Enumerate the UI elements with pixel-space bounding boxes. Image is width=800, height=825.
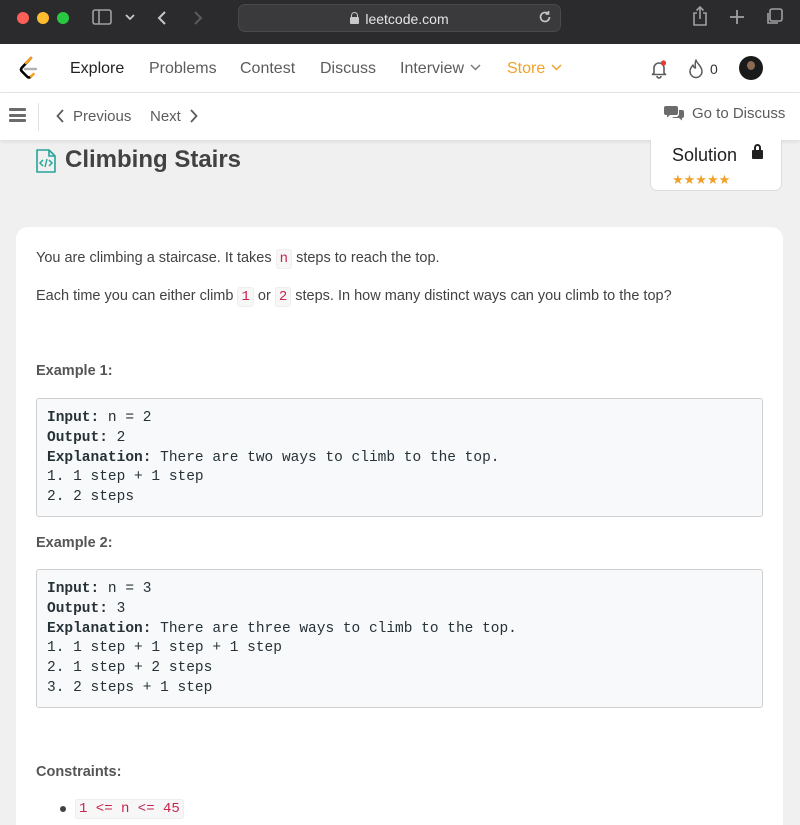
lock-icon bbox=[752, 144, 763, 159]
code-file-icon bbox=[36, 149, 56, 173]
example-2-code-block: Input: n = 3 Output: 3 Explanation: Ther… bbox=[36, 569, 763, 708]
go-to-discuss-button[interactable]: Go to Discuss bbox=[664, 105, 785, 122]
back-icon[interactable] bbox=[157, 10, 167, 26]
address-bar[interactable]: leetcode.com bbox=[238, 4, 561, 32]
page-title: Climbing Stairs bbox=[65, 146, 242, 173]
next-button[interactable]: Next bbox=[150, 108, 198, 125]
sidebar-toggle-icon[interactable] bbox=[92, 9, 112, 25]
description-paragraph-1: You are climbing a staircase. It takes n… bbox=[36, 249, 440, 269]
share-icon[interactable] bbox=[692, 6, 708, 26]
minimize-window-button[interactable] bbox=[37, 12, 49, 24]
leetcode-logo-icon[interactable] bbox=[17, 56, 41, 82]
tab-overview-icon[interactable] bbox=[765, 8, 783, 26]
divider bbox=[38, 103, 39, 131]
example-1-heading: Example 1: bbox=[36, 363, 113, 379]
example-2-heading: Example 2: bbox=[36, 535, 113, 551]
problem-toolbar: Previous Next Go to Discuss bbox=[0, 93, 800, 140]
go-to-discuss-label: Go to Discuss bbox=[692, 105, 786, 122]
example-1-code-block: Input: n = 2 Output: 2 Explanation: Ther… bbox=[36, 398, 763, 517]
chevron-down-icon bbox=[470, 64, 481, 71]
nav-problems[interactable]: Problems bbox=[149, 60, 217, 78]
inline-code-n: n bbox=[275, 249, 293, 269]
close-window-button[interactable] bbox=[17, 12, 29, 24]
streak-count: 0 bbox=[710, 61, 718, 77]
list-bullet bbox=[60, 806, 66, 812]
nav-interview-label: Interview bbox=[400, 60, 465, 77]
chat-bubbles-icon bbox=[664, 106, 684, 121]
menu-icon[interactable] bbox=[9, 108, 26, 122]
site-navbar: Explore Problems Contest Discuss Intervi… bbox=[0, 44, 800, 93]
chevron-right-icon bbox=[190, 109, 198, 123]
zoom-window-button[interactable] bbox=[57, 12, 69, 24]
inline-code-2: 2 bbox=[274, 287, 292, 307]
problem-description-card: You are climbing a staircase. It takes n… bbox=[16, 227, 783, 825]
constraints-heading: Constraints: bbox=[36, 764, 122, 780]
inline-code-1: 1 bbox=[237, 287, 254, 307]
description-paragraph-2: Each time you can either climb 1 or 2 st… bbox=[36, 287, 672, 307]
chevron-down-icon bbox=[551, 64, 562, 71]
next-label: Next bbox=[150, 108, 181, 125]
avatar[interactable] bbox=[739, 56, 763, 80]
solution-button[interactable]: Solution ★★★★★ bbox=[650, 140, 782, 191]
nav-interview[interactable]: Interview bbox=[400, 60, 481, 78]
nav-explore[interactable]: Explore bbox=[70, 60, 124, 78]
previous-button[interactable]: Previous bbox=[56, 108, 131, 125]
streak-fire-icon[interactable] bbox=[688, 59, 704, 79]
nav-store-label: Store bbox=[507, 60, 546, 77]
reload-icon[interactable] bbox=[538, 10, 552, 24]
address-text: leetcode.com bbox=[239, 11, 560, 27]
rating-stars: ★★★★★ bbox=[672, 172, 731, 187]
previous-label: Previous bbox=[73, 108, 132, 125]
new-tab-icon[interactable] bbox=[729, 9, 745, 25]
constraint-item: 1 <= n <= 45 bbox=[75, 799, 184, 819]
browser-toolbar: leetcode.com bbox=[0, 0, 800, 44]
nav-store[interactable]: Store bbox=[507, 60, 562, 78]
nav-discuss[interactable]: Discuss bbox=[320, 60, 376, 78]
forward-icon[interactable] bbox=[193, 10, 203, 26]
solution-label: Solution bbox=[672, 145, 738, 165]
chevron-left-icon bbox=[56, 109, 64, 123]
lock-icon bbox=[350, 12, 360, 24]
notification-bell-icon[interactable] bbox=[650, 59, 668, 79]
constraint-code: 1 <= n <= 45 bbox=[75, 799, 184, 819]
nav-contest[interactable]: Contest bbox=[240, 60, 295, 78]
chevron-down-icon[interactable] bbox=[125, 13, 135, 21]
